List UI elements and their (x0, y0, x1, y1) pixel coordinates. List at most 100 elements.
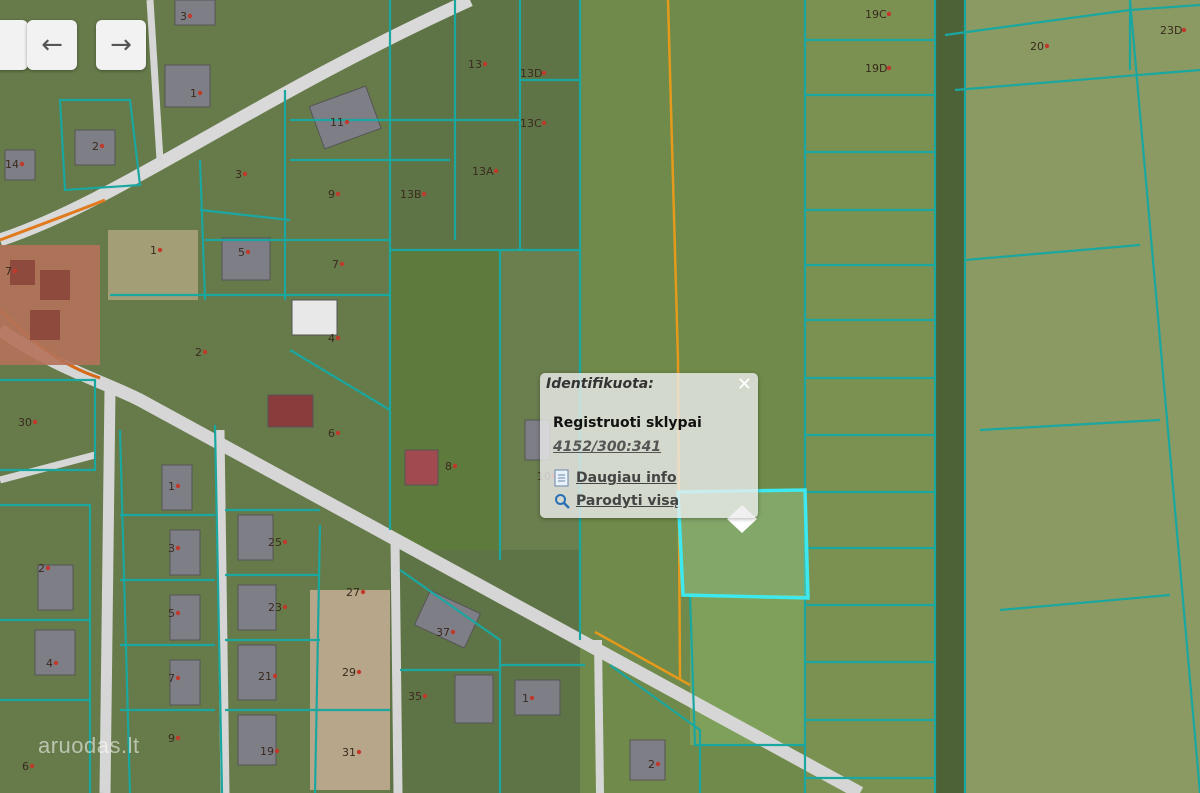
parcel-point (356, 669, 362, 675)
parcel-number-label: 27 (346, 586, 360, 599)
parcel-number-label: 3 (235, 168, 242, 181)
parcel-point (421, 191, 427, 197)
parcel-number-label: 30 (18, 416, 32, 429)
parcel-number-label: 4 (328, 332, 335, 345)
parcel-number-label: 31 (342, 746, 356, 759)
parcel-number-label: 35 (408, 690, 422, 703)
parcel-point (335, 335, 341, 341)
parcel-point (339, 261, 345, 267)
parcel-point (187, 13, 193, 19)
parcel-point (175, 545, 181, 551)
parcel-number-label: 37 (436, 626, 450, 639)
parcel-number-label: 6 (328, 427, 335, 440)
parcel-number-label: 9 (328, 188, 335, 201)
parcel-number-label: 19 (260, 745, 274, 758)
parcel-number-label: 13C (520, 117, 542, 130)
parcel-point (175, 483, 181, 489)
parcel-point (886, 11, 892, 17)
parcel-point (274, 748, 280, 754)
panel-button[interactable] (0, 20, 28, 70)
field (805, 0, 935, 793)
parcel-number-label: 25 (268, 536, 282, 549)
parcel-number-label: 29 (342, 666, 356, 679)
parcel-number-label: 20 (1030, 40, 1044, 53)
parcel-id-link[interactable]: 4152/300:341 (553, 439, 661, 455)
arrow-left-icon: ← (41, 30, 63, 60)
parcel-point (99, 143, 105, 149)
more-info-link[interactable]: Daugiau info (554, 469, 677, 487)
parcel-point (886, 65, 892, 71)
parcel-point (45, 565, 51, 571)
parcel-number-label: 1 (168, 480, 175, 493)
parcel-number-label: 13B (400, 188, 422, 201)
parcel-number-label: 1 (150, 244, 157, 257)
parcel-point (175, 735, 181, 741)
parcel-point (282, 539, 288, 545)
parcel-number-label: 7 (5, 265, 12, 278)
parcel-point (529, 695, 535, 701)
parcel-number-label: 14 (5, 158, 19, 171)
parcel-point (493, 168, 499, 174)
parcel-point (541, 70, 547, 76)
close-icon[interactable]: ✕ (737, 374, 752, 395)
parcel-point (1044, 43, 1050, 49)
parcel-number-label: 8 (445, 460, 452, 473)
parcel-number-label: 2 (38, 562, 45, 575)
document-icon (554, 469, 569, 487)
parcel-number-label: 13D (520, 67, 542, 80)
parcel-point (450, 629, 456, 635)
more-info-label: Daugiau info (576, 470, 677, 486)
parcel-number-label: 19C (865, 8, 887, 21)
parcel-point (53, 660, 59, 666)
parcel-number-label: 21 (258, 670, 272, 683)
back-button[interactable]: ← (27, 20, 77, 70)
parcel-number-label: 6 (22, 760, 29, 773)
parcel-number-label: 2 (648, 758, 655, 771)
parcel-number-label: 4 (46, 657, 53, 670)
parcel-number-label: 13 (468, 58, 482, 71)
parcel-number-label: 3 (180, 10, 187, 23)
show-all-link[interactable]: Parodyti visą (554, 493, 679, 509)
parcel-point (360, 589, 366, 595)
parcel-number-label: 19D (865, 62, 887, 75)
arrow-right-icon: → (110, 30, 132, 60)
parcel-point (282, 604, 288, 610)
parcel-point (272, 673, 278, 679)
parcel-point (1181, 27, 1187, 33)
search-icon (555, 494, 570, 509)
field (935, 0, 1200, 793)
parcel-number-label: 7 (168, 672, 175, 685)
parcel-point (32, 419, 38, 425)
parcel-point (157, 247, 163, 253)
parcel-point (19, 161, 25, 167)
parcel-number-label: 3 (168, 542, 175, 555)
forward-button[interactable]: → (96, 20, 146, 70)
parcel-number-label: 5 (168, 607, 175, 620)
parcel-number-label: 11 (330, 116, 344, 129)
popup-heading: Identifikuota: (546, 376, 654, 392)
parcel-number-label: 23D (1160, 24, 1182, 37)
parcel-point (175, 610, 181, 616)
parcel-number-label: 5 (238, 246, 245, 259)
parcel-point (356, 749, 362, 755)
parcel-number-label: 2 (92, 140, 99, 153)
parcel-point (335, 430, 341, 436)
parcel-point (12, 268, 18, 274)
watermark: aruodas.lt (38, 733, 140, 758)
parcel-point (202, 349, 208, 355)
parcel-point (655, 761, 661, 767)
parcel-point (541, 120, 547, 126)
parcel-point (422, 693, 428, 699)
parcel-point (452, 463, 458, 469)
parcel-point (344, 119, 350, 125)
show-all-label: Parodyti visą (576, 493, 680, 509)
parcel-number-label: 9 (168, 732, 175, 745)
parcel-point (197, 90, 203, 96)
parcel-point (335, 191, 341, 197)
parcel-point (482, 61, 488, 67)
parcel-point (245, 249, 251, 255)
parcel-point (29, 763, 35, 769)
parcel-point (175, 675, 181, 681)
parcel-point (242, 171, 248, 177)
layer-name: Registruoti sklypai (553, 415, 702, 431)
